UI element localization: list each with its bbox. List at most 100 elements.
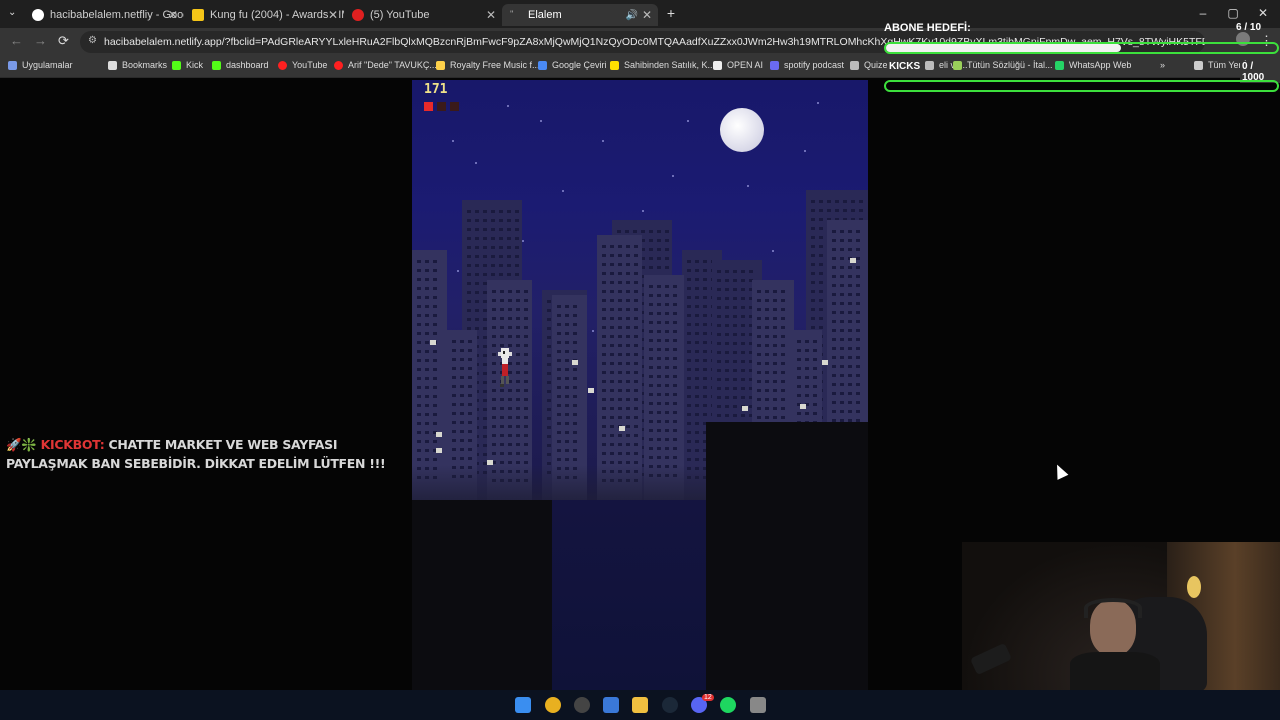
forward-icon[interactable]: → [34,33,47,48]
bookmark-label: OPEN AI [727,60,764,70]
bookmark-item[interactable]: Sahibinden Satılık, K... [610,60,715,70]
webcam-headphones [1084,598,1142,618]
kick-icon [212,60,221,70]
spark [572,360,578,365]
spotify-icon [770,60,779,70]
left-rooftop [412,500,552,690]
bookmarks-bar: Uygulamalar Bookmarks Kick dashboard YouTube… [0,56,1280,78]
spark [436,448,442,453]
apps-icon [8,60,17,70]
tab-3-close-icon[interactable]: ✕ [486,8,496,22]
spark [588,388,594,393]
bookmark-item[interactable]: Royalty Free Music f... [436,60,540,70]
tab-3[interactable]: (5) YouTube ✕ [344,4,502,26]
tab-2-label: Kung fu (2004) - Awards - IMDb [210,9,344,21]
bookmark-item[interactable]: Tütün Sözlüğü - İtal... [953,60,1053,70]
abone-progress-fill [886,44,1121,52]
tab-2[interactable]: Kung fu (2004) - Awards - IMDb ✕ [184,4,344,26]
taskbar-spotify-icon[interactable] [720,697,736,713]
life-icon [437,102,446,111]
windows-taskbar: 12 [0,690,1280,720]
mouse-cursor [1051,462,1069,480]
bookmark-item[interactable]: Quizer [850,60,891,70]
translate-icon [538,60,547,70]
spark [822,360,828,365]
maximize-button[interactable]: ▢ [1218,6,1248,20]
tab-search-chevron-icon[interactable]: ⌄ [8,7,16,18]
bookmarks-overflow-icon[interactable]: » [1160,60,1165,70]
bookmark-item[interactable]: spotify podcast [770,60,844,70]
bookmark-label: Arif "Dede" TAVUKÇ... [348,60,437,70]
elalem-favicon-icon: '' [510,9,514,19]
tab-2-close-icon[interactable]: ✕ [328,8,338,22]
close-button[interactable]: ✕ [1248,6,1278,20]
street-gap [552,500,706,690]
bookmark-item[interactable]: Arif "Dede" TAVUKÇ... [334,60,437,70]
taskbar-settings-icon[interactable] [750,697,766,713]
folder-icon [1194,60,1203,70]
taskbar-steam-icon[interactable] [662,697,678,713]
audio-icon[interactable]: 🔊 [626,10,638,21]
bookmark-label: Royalty Free Music f... [450,60,540,70]
imdb-icon [192,9,204,21]
new-tab-button[interactable]: + [656,5,686,21]
spark [619,426,625,431]
triangle-icon [436,60,445,70]
doc-icon [925,60,934,70]
tab-4-close-icon[interactable]: ✕ [642,8,652,22]
bookmark-label: Bookmarks [122,60,168,70]
score-counter: 171 [424,82,448,97]
bookmark-label: Google Çeviri [552,60,607,70]
minimize-button[interactable]: – [1188,6,1218,20]
webcam-person-body [1070,652,1160,690]
bookmark-item[interactable]: Kick [172,60,203,70]
taskbar-chrome-icon[interactable] [545,697,561,713]
tab-1[interactable]: hacibabelalem.netfliy - Google ✕ [24,4,184,26]
star-icon [108,60,117,70]
spark [436,432,442,437]
webcam-microphone [969,642,1013,676]
abone-goal-count: 6 / 10 [1236,22,1262,33]
s-icon [610,60,619,70]
site-info-icon[interactable]: ⚙ [88,35,97,46]
youtube-icon [278,60,287,70]
kicks-goal-label: KICKS [887,61,923,72]
webcam-lamp [1187,576,1201,598]
quiz-icon [850,60,859,70]
bookmark-item[interactable]: OPEN AI [713,60,763,70]
bookmark-item[interactable]: Google Çeviri [538,60,607,70]
bookmark-label: WhatsApp Web [1069,60,1132,70]
floating-sparks [412,80,868,510]
tab-1-close-icon[interactable]: ✕ [168,8,178,22]
bookmark-item[interactable]: Bookmarks [108,60,167,70]
bookmark-item[interactable]: WhatsApp Web [1055,60,1131,70]
bookmark-label: dashboard [226,60,269,70]
taskbar-obs-icon[interactable] [574,697,590,713]
reload-icon[interactable]: ⟳ [58,33,69,49]
taskbar-store-icon[interactable] [603,697,619,713]
kicks-progress-bar [884,80,1279,92]
bookmark-item[interactable]: dashboard [212,60,269,70]
youtube-icon [334,60,343,70]
spark [850,258,856,263]
bookmark-label: Uygulamalar [22,60,73,70]
life-icon [424,102,433,111]
tab-4[interactable]: '' Elalem 🔊 ✕ [502,4,658,26]
bookmark-item[interactable]: YouTube [278,60,327,70]
kick-icon [172,60,181,70]
back-icon[interactable]: ← [10,33,23,48]
tab-4-label: Elalem [528,9,562,21]
spark [742,406,748,411]
taskbar-explorer-icon[interactable] [632,697,648,713]
bookmark-label: YouTube [292,60,328,70]
taskbar-windows-icon[interactable] [515,697,531,713]
abone-goal-label: ABONE HEDEFİ: [884,22,971,34]
tab-strip: ⌄ hacibabelalem.netfliy - Google ✕ Kung … [0,0,1280,28]
kickbot-chat-message: 🚀❇️ KickBot: CHATTE MARKET VE WEB SAYFAS… [6,435,408,473]
bookmark-label: Sahibinden Satılık, K... [624,60,716,70]
bookmark-item[interactable]: Uygulamalar [8,60,73,70]
player-character [498,348,512,387]
game-canvas[interactable]: 171 [412,80,868,690]
spark [430,340,436,345]
bookmark-label: Kick [186,60,204,70]
